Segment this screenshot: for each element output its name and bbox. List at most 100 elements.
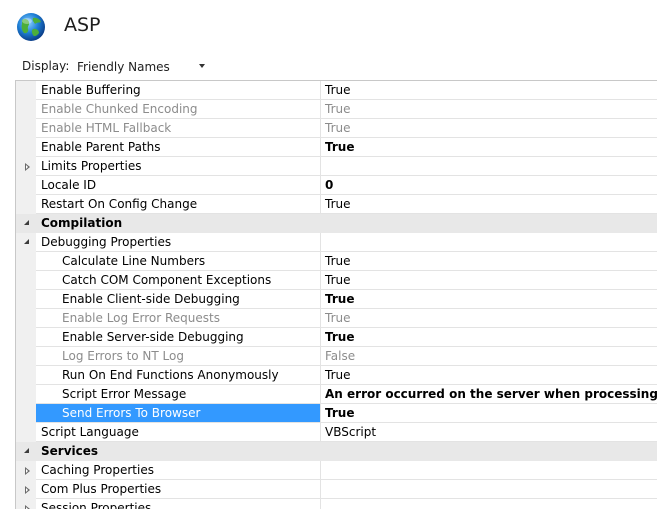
property-value-cell[interactable]: VBScript: [320, 423, 657, 442]
property-name-cell[interactable]: Enable HTML Fallback: [36, 119, 320, 138]
property-name-cell[interactable]: Log Errors to NT Log: [36, 347, 320, 366]
property-name-cell[interactable]: Enable Buffering: [36, 81, 320, 100]
property-value: True: [325, 273, 351, 287]
property-row[interactable]: Enable Buffering True: [16, 81, 657, 100]
row-gutter: [16, 100, 36, 119]
property-row[interactable]: Enable Chunked Encoding True: [16, 100, 657, 119]
property-value-cell[interactable]: True: [320, 366, 657, 385]
property-row[interactable]: Enable Server-side Debugging True: [16, 328, 657, 347]
triangle-down-icon[interactable]: [23, 238, 32, 247]
property-value-cell[interactable]: True: [320, 290, 657, 309]
property-name: Enable Server-side Debugging: [62, 330, 244, 344]
row-gutter: [16, 309, 36, 328]
property-name-cell[interactable]: Limits Properties: [36, 157, 320, 176]
property-value-cell[interactable]: [320, 461, 657, 480]
property-row[interactable]: Send Errors To Browser True: [16, 404, 657, 423]
property-name-cell[interactable]: Enable Client-side Debugging: [36, 290, 320, 309]
property-name-cell[interactable]: Debugging Properties: [36, 233, 320, 252]
property-name-cell[interactable]: Enable Chunked Encoding: [36, 100, 320, 119]
chevron-down-icon: [199, 64, 205, 68]
property-name-cell[interactable]: Run On End Functions Anonymously: [36, 366, 320, 385]
property-name-cell[interactable]: Script Language: [36, 423, 320, 442]
property-name: Send Errors To Browser: [62, 406, 201, 420]
property-value: VBScript: [325, 425, 377, 439]
category-label: Compilation: [41, 216, 123, 230]
row-gutter: [16, 195, 36, 214]
triangle-right-icon[interactable]: [23, 466, 32, 475]
property-value-cell[interactable]: True: [320, 138, 657, 157]
triangle-right-icon[interactable]: [23, 485, 32, 494]
property-value-cell[interactable]: True: [320, 195, 657, 214]
property-row[interactable]: Calculate Line Numbers True: [16, 252, 657, 271]
triangle-down-shape: [24, 448, 29, 453]
property-name: Run On End Functions Anonymously: [62, 368, 279, 382]
row-gutter: [16, 328, 36, 347]
property-name-cell[interactable]: Calculate Line Numbers: [36, 252, 320, 271]
property-value-cell[interactable]: [320, 480, 657, 499]
property-value-cell[interactable]: False: [320, 347, 657, 366]
property-value: True: [325, 121, 351, 135]
property-row[interactable]: Debugging Properties: [16, 233, 657, 252]
property-value-cell[interactable]: An error occurred on the server when pro…: [320, 385, 657, 404]
property-value: True: [325, 254, 351, 268]
property-value-cell[interactable]: True: [320, 328, 657, 347]
property-value: True: [325, 102, 351, 116]
row-gutter: [16, 347, 36, 366]
property-value: False: [325, 349, 356, 363]
category-row[interactable]: Services: [16, 442, 657, 461]
property-value-cell[interactable]: True: [320, 252, 657, 271]
property-row[interactable]: Limits Properties: [16, 157, 657, 176]
property-row[interactable]: Enable Client-side Debugging True: [16, 290, 657, 309]
property-value-cell[interactable]: 0: [320, 176, 657, 195]
triangle-down-icon[interactable]: [23, 447, 32, 456]
property-row[interactable]: Catch COM Component Exceptions True: [16, 271, 657, 290]
property-name-cell[interactable]: Enable Server-side Debugging: [36, 328, 320, 347]
property-value-cell[interactable]: [320, 233, 657, 252]
triangle-right-icon[interactable]: [23, 504, 32, 509]
property-value: True: [325, 330, 355, 344]
triangle-right-shape: [25, 486, 30, 494]
property-name-cell[interactable]: Catch COM Component Exceptions: [36, 271, 320, 290]
row-gutter: [16, 81, 36, 100]
triangle-right-icon[interactable]: [23, 162, 32, 171]
property-value-cell[interactable]: True: [320, 81, 657, 100]
property-row[interactable]: Script Error Message An error occurred on…: [16, 385, 657, 404]
row-gutter: [16, 176, 36, 195]
property-name-cell[interactable]: Send Errors To Browser: [36, 404, 320, 423]
property-value: 0: [325, 178, 334, 192]
property-row[interactable]: Restart On Config Change True: [16, 195, 657, 214]
property-name-cell[interactable]: Locale ID: [36, 176, 320, 195]
property-name-cell[interactable]: Enable Parent Paths: [36, 138, 320, 157]
property-row[interactable]: Enable HTML Fallback True: [16, 119, 657, 138]
property-row[interactable]: Caching Properties: [16, 461, 657, 480]
row-gutter: [16, 461, 36, 480]
property-value-cell[interactable]: True: [320, 404, 657, 423]
property-name-cell[interactable]: Script Error Message: [36, 385, 320, 404]
property-grid[interactable]: Enable Buffering True Enable Chunked Encod…: [15, 80, 657, 509]
property-row[interactable]: Log Errors to NT Log False: [16, 347, 657, 366]
property-row[interactable]: Run On End Functions Anonymously True: [16, 366, 657, 385]
row-gutter: [16, 290, 36, 309]
property-name: Restart On Config Change: [41, 197, 198, 211]
property-value-cell[interactable]: True: [320, 271, 657, 290]
display-dropdown[interactable]: Friendly Names: [70, 55, 212, 77]
property-row[interactable]: Enable Parent Paths True: [16, 138, 657, 157]
property-row[interactable]: Locale ID 0: [16, 176, 657, 195]
triangle-down-icon[interactable]: [23, 219, 32, 228]
property-row[interactable]: Com Plus Properties: [16, 480, 657, 499]
property-value-cell[interactable]: [320, 157, 657, 176]
property-name-cell[interactable]: Com Plus Properties: [36, 480, 320, 499]
property-name: Enable HTML Fallback: [41, 121, 172, 135]
property-name-cell[interactable]: Enable Log Error Requests: [36, 309, 320, 328]
property-value-cell[interactable]: True: [320, 119, 657, 138]
property-value-cell[interactable]: True: [320, 100, 657, 119]
property-value-cell[interactable]: True: [320, 309, 657, 328]
property-name-cell[interactable]: Caching Properties: [36, 461, 320, 480]
property-row[interactable]: Script Language VBScript: [16, 423, 657, 442]
property-name-cell[interactable]: Restart On Config Change: [36, 195, 320, 214]
property-row[interactable]: Enable Log Error Requests True: [16, 309, 657, 328]
property-value: True: [325, 83, 351, 97]
category-row[interactable]: Compilation: [16, 214, 657, 233]
page-header: ASP: [0, 0, 657, 52]
property-name: Log Errors to NT Log: [62, 349, 184, 363]
